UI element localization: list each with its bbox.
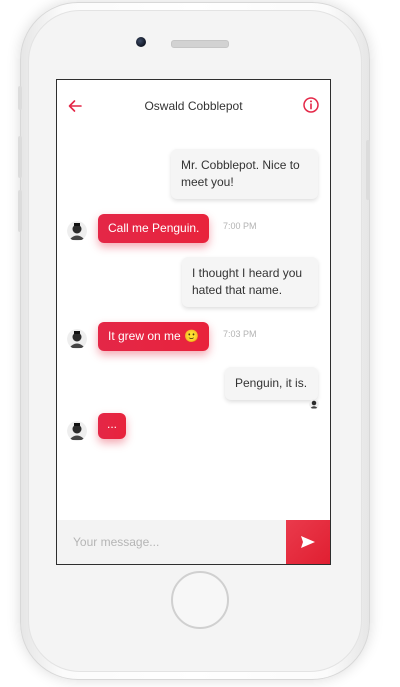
message-line: Mr. Cobblepot. Nice to bbox=[181, 158, 300, 172]
read-receipt-avatar bbox=[309, 399, 319, 409]
chat-screen: Oswald Cobblepot Mr. Cobblepot. Nice to … bbox=[56, 79, 331, 565]
smile-emoji-icon: 🙂 bbox=[184, 329, 199, 343]
incoming-message: It grew on me 🙂 bbox=[98, 322, 209, 351]
message-line: hated that name. bbox=[192, 283, 283, 297]
message-timestamp: 7:03 PM bbox=[223, 329, 257, 339]
message-list: Mr. Cobblepot. Nice to meet you! Call me… bbox=[57, 132, 330, 520]
volume-down-button bbox=[18, 190, 22, 232]
power-button bbox=[366, 140, 370, 200]
contact-name: Oswald Cobblepot bbox=[144, 99, 243, 113]
home-button[interactable] bbox=[171, 571, 229, 629]
outgoing-message: I thought I heard you hated that name. bbox=[182, 257, 318, 307]
info-circle-icon[interactable] bbox=[302, 96, 320, 114]
send-button[interactable] bbox=[286, 520, 330, 564]
message-text: It grew on me bbox=[108, 329, 181, 343]
send-icon bbox=[301, 536, 315, 548]
message-line: I thought I heard you bbox=[192, 266, 303, 280]
silent-switch bbox=[18, 86, 22, 110]
contact-avatar bbox=[67, 221, 87, 241]
message-line: meet you! bbox=[181, 175, 234, 189]
typing-indicator: ... bbox=[98, 413, 126, 439]
message-timestamp: 7:00 PM bbox=[223, 221, 257, 231]
arrow-left-icon[interactable] bbox=[66, 97, 84, 115]
outgoing-message: Penguin, it is. bbox=[225, 367, 318, 400]
message-input[interactable] bbox=[57, 520, 286, 564]
volume-up-button bbox=[18, 136, 22, 178]
contact-avatar bbox=[67, 329, 87, 349]
contact-avatar bbox=[67, 421, 87, 441]
composer bbox=[57, 520, 330, 564]
earpiece-speaker bbox=[171, 40, 229, 48]
front-camera bbox=[136, 37, 146, 47]
incoming-message: Call me Penguin. bbox=[98, 214, 210, 243]
outgoing-message: Mr. Cobblepot. Nice to meet you! bbox=[171, 149, 318, 199]
chat-header: Oswald Cobblepot bbox=[57, 80, 330, 132]
